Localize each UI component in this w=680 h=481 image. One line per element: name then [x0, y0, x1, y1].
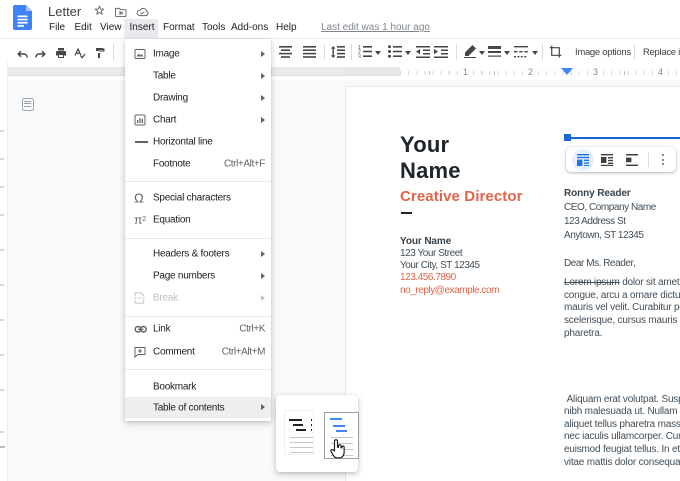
svg-text:3: 3 [358, 54, 361, 58]
